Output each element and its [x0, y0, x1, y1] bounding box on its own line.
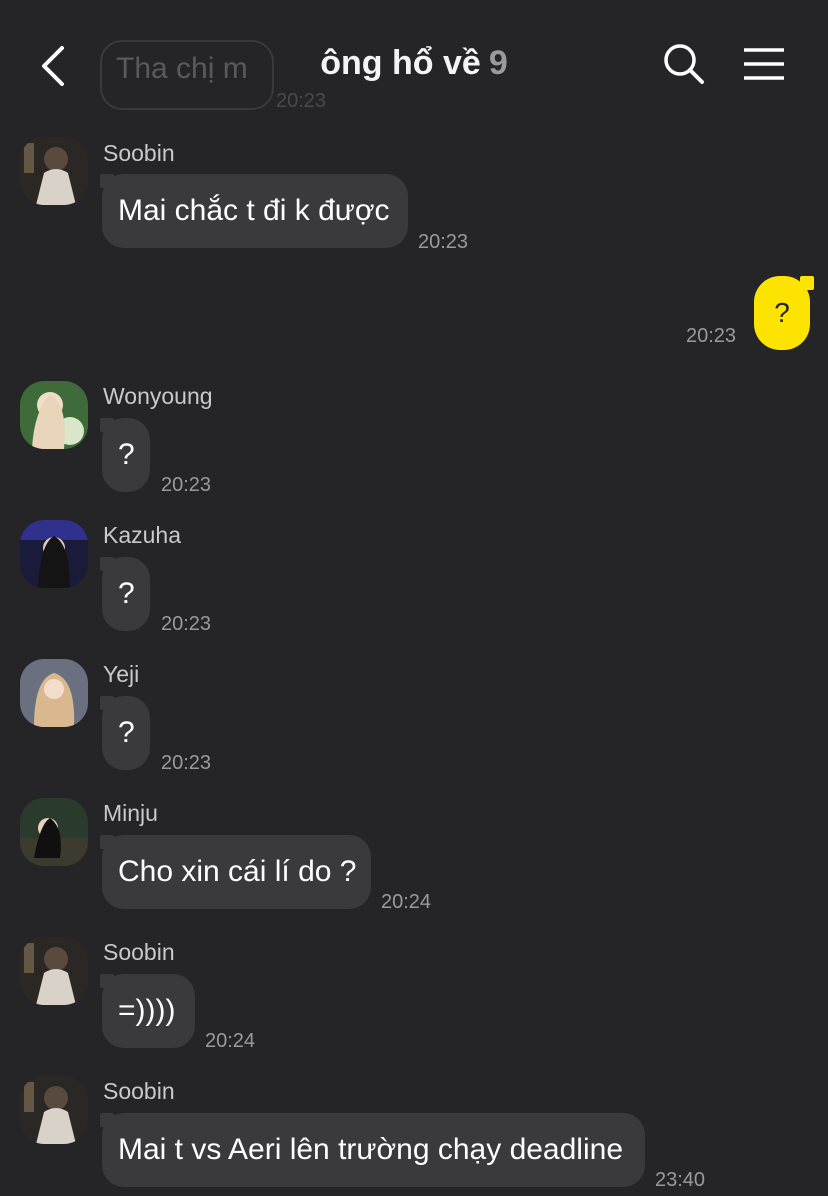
message-time: 20:24: [381, 891, 432, 913]
avatar[interactable]: [20, 520, 88, 588]
message-time: 20:23: [418, 231, 469, 253]
avatar[interactable]: [20, 137, 88, 205]
sender-name: Wonyoung: [103, 383, 213, 409]
avatar[interactable]: [20, 381, 88, 449]
message-bubble[interactable]: Mai t vs Aeri lên trường chạy deadline: [100, 1113, 645, 1187]
message-bubble[interactable]: Mai chắc t đi k được: [100, 174, 408, 248]
message-bubble[interactable]: =)))): [100, 974, 195, 1048]
sender-name: Soobin: [103, 1078, 175, 1104]
message-time: 20:24: [205, 1030, 256, 1052]
message-bubble[interactable]: ?: [100, 418, 150, 492]
sender-name: Soobin: [103, 939, 175, 965]
message-time: 20:23: [161, 474, 212, 496]
avatar[interactable]: [20, 937, 88, 1005]
sender-name: Minju: [103, 800, 158, 826]
avatar[interactable]: [20, 1076, 88, 1144]
message-bubble[interactable]: ?: [100, 696, 150, 770]
message-time: 20:23: [161, 752, 212, 774]
member-count: 9: [488, 44, 508, 82]
message-bubble[interactable]: Cho xin cái lí do ?: [100, 835, 371, 909]
sender-name: Soobin: [103, 140, 175, 166]
sender-name: Kazuha: [103, 522, 182, 548]
hamburger-menu-icon[interactable]: [742, 46, 786, 82]
message-time: 23:40: [655, 1169, 706, 1191]
avatar[interactable]: [20, 659, 88, 727]
chat-header: ông hổ về 9: [0, 0, 828, 128]
chat-title-text: ông hổ về: [320, 44, 481, 82]
my-message-bubble[interactable]: ?: [754, 276, 814, 350]
avatar[interactable]: [20, 798, 88, 866]
message-time: 20:23: [686, 325, 737, 347]
search-icon[interactable]: [662, 42, 706, 86]
sender-name: Yeji: [103, 661, 140, 687]
message-time: 20:23: [161, 613, 212, 635]
message-bubble[interactable]: ?: [100, 557, 150, 631]
